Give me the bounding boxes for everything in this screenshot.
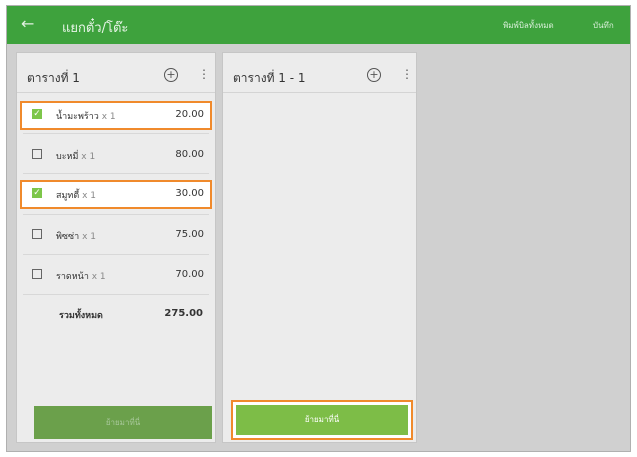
- destination-table-title: ตารางที่ 1 - 1: [233, 71, 306, 85]
- item-price: 80.00: [175, 149, 204, 160]
- kebab-menu-icon[interactable]: ⋮: [401, 67, 413, 81]
- order-item-row[interactable]: บะหมี่ x 1 80.00: [20, 141, 212, 170]
- item-price: 70.00: [175, 269, 204, 280]
- order-item-row[interactable]: พิซซ่า x 1 75.00: [20, 221, 212, 250]
- row-divider: [23, 214, 209, 215]
- total-value: 275.00: [164, 308, 203, 319]
- item-quantity: x 1: [82, 191, 96, 201]
- print-all-bills-button[interactable]: พิมพ์บิลทั้งหมด: [503, 19, 554, 32]
- checkbox-checked[interactable]: ✓: [32, 188, 42, 198]
- save-button[interactable]: บันทึก: [593, 19, 614, 32]
- app-window: ← แยกตั๋ว/โต๊ะ พิมพ์บิลทั้งหมด บันทึก ตา…: [6, 5, 631, 452]
- item-price: 75.00: [175, 229, 204, 240]
- row-divider: [23, 254, 209, 255]
- item-quantity: x 1: [91, 272, 106, 282]
- total-label: รวมทั้งหมด: [59, 311, 103, 321]
- move-here-highlight: ย้ายมาที่นี่: [231, 400, 413, 440]
- plus-circle-icon[interactable]: +: [367, 68, 381, 82]
- item-price: 20.00: [175, 109, 204, 120]
- move-here-button-disabled: ย้ายมาที่นี่: [34, 406, 212, 439]
- item-name: ราดหน้า: [56, 272, 89, 282]
- move-here-button[interactable]: ย้ายมาที่นี่: [236, 405, 408, 435]
- checkbox-unchecked[interactable]: [32, 269, 42, 279]
- item-name: น้ำมะพร้าว: [56, 112, 99, 122]
- kebab-menu-icon[interactable]: ⋮: [198, 67, 210, 81]
- checkbox-unchecked[interactable]: [32, 229, 42, 239]
- source-table-panel: ตารางที่ 1 + ⋮ ✓ น้ำมะพร้าว x 1 20.00 บะ…: [16, 52, 216, 443]
- item-price: 30.00: [175, 188, 204, 199]
- checkbox-unchecked[interactable]: [32, 149, 42, 159]
- row-divider: [23, 173, 209, 174]
- item-quantity: x 1: [81, 152, 96, 162]
- order-item-row[interactable]: ✓ น้ำมะพร้าว x 1 20.00: [20, 101, 212, 130]
- item-quantity: x 1: [82, 232, 96, 242]
- row-divider: [23, 294, 209, 295]
- checkbox-checked[interactable]: ✓: [32, 109, 42, 119]
- order-item-row[interactable]: ราดหน้า x 1 70.00: [20, 261, 212, 290]
- header-divider: [223, 92, 416, 93]
- item-quantity: x 1: [101, 112, 116, 122]
- source-table-title: ตารางที่ 1: [27, 71, 80, 85]
- top-app-bar: ← แยกตั๋ว/โต๊ะ พิมพ์บิลทั้งหมด บันทึก: [7, 6, 630, 44]
- arrow-back-icon[interactable]: ←: [21, 14, 34, 33]
- page-title: แยกตั๋ว/โต๊ะ: [62, 21, 129, 36]
- item-name: พิซซ่า: [56, 232, 80, 242]
- item-name: บะหมี่: [56, 152, 79, 162]
- destination-table-panel: ตารางที่ 1 - 1 + ⋮ ย้ายมาที่นี่: [222, 52, 417, 443]
- item-name: สมูทตี้: [56, 191, 80, 201]
- order-item-row[interactable]: ✓ สมูทตี้ x 1 30.00: [20, 180, 212, 209]
- header-divider: [17, 92, 215, 93]
- plus-circle-icon[interactable]: +: [164, 68, 178, 82]
- row-divider: [23, 133, 209, 134]
